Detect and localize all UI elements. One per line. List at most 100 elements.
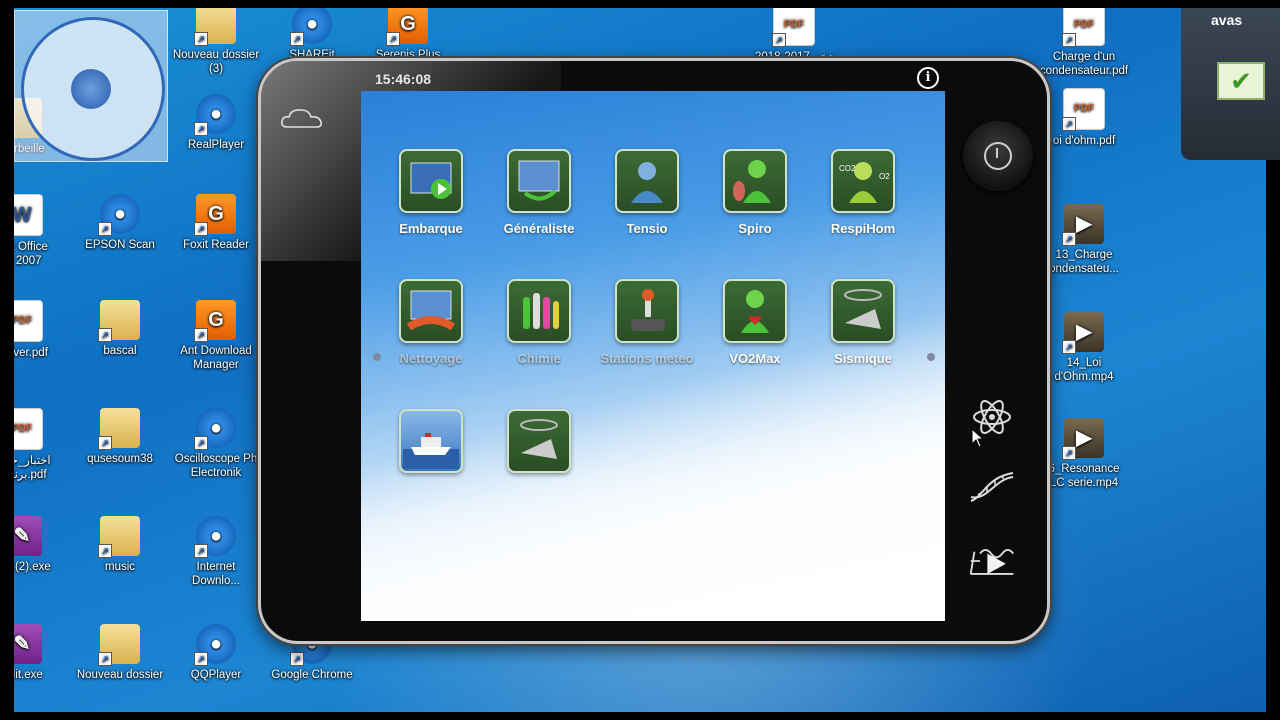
app-g-n-raliste[interactable]: Généraliste <box>489 149 589 236</box>
app-sismique[interactable]: Sismique <box>813 279 913 366</box>
desktop-icon[interactable]: ● ↗ RealPlayer <box>168 94 264 152</box>
folder-file-icon: ↗ <box>98 516 140 558</box>
shortcut-arrow-icon: ↗ <box>1062 446 1076 460</box>
app-stations-meteo[interactable]: Stations meteo <box>597 279 697 366</box>
test-tubes-icon <box>507 279 571 343</box>
desktop-icon[interactable]: ● ↗ Oscilloscope Ph Electronik <box>168 408 264 480</box>
desktop-icon-label: edit (2).exe <box>14 561 51 573</box>
pdf-file-icon: PDF↗ <box>772 8 815 47</box>
desktop-icon[interactable]: W↗ soft Officerd 2007 <box>14 194 70 268</box>
page-next-dot[interactable] <box>927 353 935 361</box>
app-vo2max[interactable]: VO2Max <box>705 279 805 366</box>
desktop-icon-label: Nouveau dossier (3) <box>172 49 260 75</box>
blue-file-icon: ● ↗ <box>194 624 236 666</box>
pdf-file-icon: PDF↗ <box>1062 88 1105 131</box>
shortcut-arrow-icon: ↗ <box>98 328 112 342</box>
desktop-icon[interactable]: ↗ qusesoum38 <box>72 408 168 466</box>
desktop-icon-label: 6_Resonance LC serie.mp4 <box>1048 463 1120 489</box>
co2-person-icon: CO2 O2 <box>831 149 895 213</box>
desktop-icon-label: اختبار_خاصبرنامج.pdf <box>14 455 51 481</box>
app-nettoyage[interactable]: Nettoyage <box>381 279 481 366</box>
seismograph-icon <box>831 279 895 343</box>
blue-file-icon: ● ↗ <box>194 408 236 450</box>
desktop-icon[interactable]: PDF ↗ Charge d'un condensateur.pdf <box>1036 8 1132 78</box>
shortcut-arrow-icon: ↗ <box>194 122 208 136</box>
clock: 15:46:08 <box>375 71 432 87</box>
shortcut-arrow-icon: ↗ <box>98 222 112 236</box>
desktop-icon[interactable]: ▶ ↗ 13_Charge ondensateu... <box>1036 204 1132 276</box>
atom-logo-icon <box>71 69 111 109</box>
app-spiro[interactable]: Spiro <box>705 149 805 236</box>
shortcut-arrow-icon: ↗ <box>194 328 208 342</box>
app-label: Nettoyage <box>399 351 463 366</box>
app-label: VO2Max <box>729 351 781 366</box>
desktop-icon[interactable]: ● ↗ EPSON Scan <box>72 194 168 252</box>
desktop-icon-label: 14_Loi d'Ohm.mp4 <box>1054 357 1114 383</box>
cloud-icon[interactable] <box>279 105 327 131</box>
power-button[interactable] <box>963 121 1033 191</box>
desktop-icon[interactable]: G ↗ Serenis Plus <box>360 8 456 62</box>
desktop-icon-label: _Hiver.pdf <box>14 347 48 359</box>
shortcut-arrow-icon: ↗ <box>1062 232 1076 246</box>
app-label: Tensio <box>626 221 668 236</box>
page-prev-dot[interactable] <box>373 353 381 361</box>
app-chimie[interactable]: Chimie <box>489 279 589 366</box>
desktop-icon[interactable]: PDF↗ _Hiver.pdf <box>14 300 70 360</box>
desktop-icon[interactable]: ● ↗ SHAREit <box>264 8 360 62</box>
desktop-icon[interactable]: PDF ↗ oi d'ohm.pdf <box>1036 88 1132 148</box>
purple-file-icon: ✎↗ <box>14 624 42 664</box>
desktop-icon[interactable]: G ↗ Foxit Reader <box>168 194 264 252</box>
desktop-icon[interactable]: ↗ Nouveau dossier (3) <box>168 8 264 76</box>
desktop-icon[interactable]: PDF↗ اختبار_خاصبرنامج.pdf <box>14 408 70 482</box>
blue-file-icon: ● ↗ <box>290 8 332 46</box>
app-embarque[interactable]: Embarque <box>381 149 481 236</box>
desktop-icon-label: Internet Downlo... <box>192 561 240 587</box>
desktop-icon[interactable]: ✎↗ Edit.exe <box>14 624 70 682</box>
desktop-icon-label: qusesoum38 <box>87 453 153 465</box>
desktop-icon[interactable]: ↗ bascal <box>72 300 168 358</box>
desktop-icon-label: Foxit Reader <box>183 239 249 251</box>
info-button[interactable]: i <box>917 67 939 89</box>
orange-file-icon: G ↗ <box>386 8 428 46</box>
desktop-icon[interactable]: ✎↗ edit (2).exe <box>14 516 70 574</box>
lungs-person-icon <box>723 149 787 213</box>
video-file-icon: ▶ ↗ <box>1062 312 1104 354</box>
desktop-icon[interactable]: G ↗ Ant Download Manager <box>168 300 264 372</box>
desktop-icon-label: Charge d'un condensateur.pdf <box>1039 51 1129 77</box>
desktop-icon[interactable]: ↗ music <box>72 516 168 574</box>
desktop-icon[interactable]: ● ↗ QQPlayer <box>168 624 264 682</box>
app-label: Sismique <box>834 351 892 366</box>
joystick-icon <box>615 279 679 343</box>
app-label: Généraliste <box>503 221 575 236</box>
shortcut-arrow-icon: ↗ <box>1062 33 1076 47</box>
orange-file-icon: G ↗ <box>194 194 236 236</box>
doctor-icon <box>615 149 679 213</box>
desktop-icon-label: 13_Charge ondensateu... <box>1049 249 1119 275</box>
app-item-10[interactable] <box>381 409 481 473</box>
desktop-icon[interactable]: ▶ ↗ 14_Loi d'Ohm.mp4 <box>1036 312 1132 384</box>
app-respihom[interactable]: CO2 O2 RespiHom <box>813 149 913 236</box>
desktop-icon[interactable]: ▶ ↗ 6_Resonance LC serie.mp4 <box>1036 418 1132 490</box>
app-label: Spiro <box>738 221 772 236</box>
avast-brand: avas <box>1211 12 1243 28</box>
shortcut-arrow-icon: ↗ <box>98 652 112 666</box>
desktop-icon[interactable]: ● ↗ Internet Downlo... <box>168 516 264 588</box>
blue-file-icon: ● ↗ <box>98 194 140 236</box>
avast-widget[interactable]: avas ✔ <box>1181 8 1280 160</box>
shortcut-arrow-icon: ↗ <box>194 544 208 558</box>
checkmark-icon: ✔ <box>1217 62 1265 100</box>
folder-file-icon: ↗ <box>98 624 140 666</box>
app-item-11[interactable] <box>489 409 589 473</box>
tablet-app-window: 15:46:08 i Embarque Généraliste Tensio Spir… <box>258 58 1050 644</box>
folder-file-icon: ↗ <box>98 300 140 342</box>
app-screen: Embarque Généraliste Tensio Spiro CO2 O2 Respi… <box>361 91 945 621</box>
shortcut-arrow-icon: ↗ <box>290 32 304 46</box>
watermark-logo <box>14 10 168 162</box>
app-tensio[interactable]: Tensio <box>597 149 697 236</box>
desktop-icon[interactable]: ↗ Nouveau dossier <box>72 624 168 682</box>
pdf-file-icon: PDF↗ <box>14 408 43 450</box>
dna-icon[interactable] <box>967 467 1017 507</box>
video-play-icon[interactable] <box>967 541 1017 581</box>
desktop-icon-label: bascal <box>103 345 137 357</box>
shortcut-arrow-icon: ↗ <box>290 652 304 666</box>
